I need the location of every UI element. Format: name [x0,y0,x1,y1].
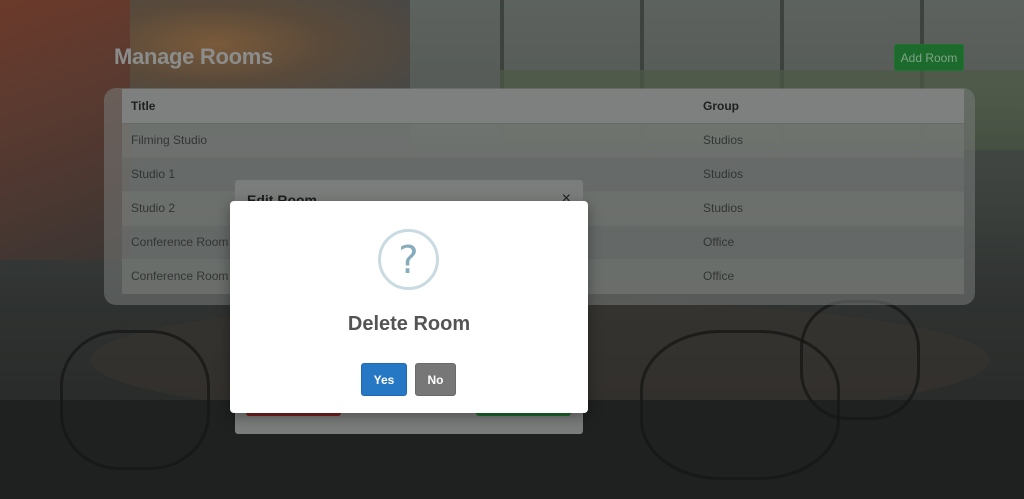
table-header-row: Title Group [122,89,964,124]
room-group-cell: Studios [694,157,964,192]
column-header-title[interactable]: Title [122,89,694,124]
dialog-title: Delete Room [347,313,471,335]
table-row[interactable]: Filming Studio Studios [122,123,964,158]
yes-button[interactable]: Yes [361,363,407,396]
room-group-cell: Studios [694,191,964,226]
room-group-cell: Office [694,225,964,260]
room-title-cell: Filming Studio [122,123,694,158]
question-icon: ? [378,229,439,290]
room-group-cell: Office [694,259,964,294]
room-group-cell: Studios [694,123,964,158]
column-header-group[interactable]: Group [694,89,964,124]
confirm-delete-dialog: ? Delete Room Yes No [230,201,588,413]
no-button[interactable]: No [415,363,456,396]
add-room-button[interactable]: Add Room [894,44,964,71]
page-title: Manage Rooms [114,44,273,69]
